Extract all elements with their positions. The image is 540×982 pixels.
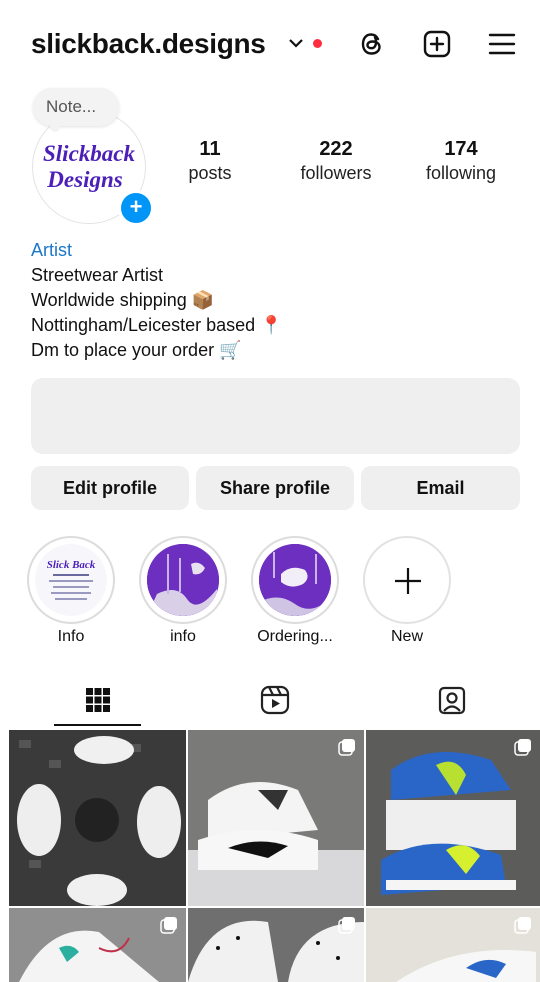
reels-icon[interactable] xyxy=(259,684,291,716)
post-thumbnail[interactable] xyxy=(366,730,540,906)
highlight-label: Ordering... xyxy=(257,628,333,645)
highlight-info-2[interactable] xyxy=(139,536,227,624)
note-bubble-tail xyxy=(50,122,60,132)
new-post-icon[interactable] xyxy=(421,28,453,60)
bio-line: Worldwide shipping 📦 xyxy=(31,290,215,310)
menu-icon[interactable] xyxy=(486,28,518,60)
bio-line: Dm to place your order 🛒 xyxy=(31,340,242,360)
highlight-cover xyxy=(259,544,331,616)
post-thumbnail[interactable] xyxy=(366,908,540,982)
add-story-icon[interactable]: + xyxy=(118,190,154,226)
followers-label: followers xyxy=(300,163,372,183)
threads-icon[interactable] xyxy=(356,28,388,60)
highlight-ordering[interactable] xyxy=(251,536,339,624)
posts-label: posts xyxy=(188,163,232,183)
post-thumbnail[interactable] xyxy=(9,908,186,982)
professional-dashboard-card[interactable] xyxy=(31,378,520,454)
highlight-label: Info xyxy=(57,628,85,645)
multiple-posts-icon xyxy=(160,917,177,934)
following-label: following xyxy=(425,163,497,183)
multiple-posts-icon xyxy=(338,739,355,756)
tagged-icon[interactable] xyxy=(436,684,468,716)
post-thumbnail[interactable] xyxy=(188,908,364,982)
grid-icon[interactable] xyxy=(82,684,114,716)
followers-count[interactable]: 222 followers xyxy=(281,137,391,185)
logo-text-line2: Designs xyxy=(46,167,122,192)
bio-line: Streetwear Artist xyxy=(31,265,164,285)
svg-text:Slick Back: Slick Back xyxy=(47,559,96,571)
highlight-cover xyxy=(147,544,219,616)
followers-value: 222 xyxy=(319,138,353,160)
highlight-info[interactable]: Slick Back xyxy=(27,536,115,624)
profile-username[interactable]: slickback.designs xyxy=(31,28,266,60)
email-button[interactable]: Email xyxy=(361,466,520,510)
edit-profile-button[interactable]: Edit profile xyxy=(31,466,189,510)
following-count[interactable]: 174 following xyxy=(406,137,516,185)
highlight-label: info xyxy=(170,628,196,645)
highlight-label: New xyxy=(390,628,423,645)
multiple-posts-icon xyxy=(338,917,355,934)
posts-count[interactable]: 11 posts xyxy=(155,137,265,185)
logo-text-line1: Slickback xyxy=(43,141,135,166)
post-thumbnail[interactable] xyxy=(188,730,364,906)
bio-line: Nottingham/Leicester based 📍 xyxy=(31,315,283,335)
posts-value: 11 xyxy=(199,138,221,160)
post-thumbnail[interactable] xyxy=(9,730,186,906)
highlight-cover: Slick Back xyxy=(35,544,107,616)
share-profile-button[interactable]: Share profile xyxy=(196,466,354,510)
profile-category: Artist xyxy=(31,240,73,260)
plus-icon xyxy=(395,568,421,594)
following-value: 174 xyxy=(444,138,478,160)
active-tab-indicator xyxy=(54,724,141,726)
chevron-down-icon[interactable] xyxy=(288,36,304,50)
note-bubble[interactable]: Note... xyxy=(33,88,119,126)
multiple-posts-icon xyxy=(514,917,531,934)
new-highlight-button[interactable] xyxy=(363,536,451,624)
notification-dot xyxy=(313,39,322,48)
multiple-posts-icon xyxy=(514,739,531,756)
